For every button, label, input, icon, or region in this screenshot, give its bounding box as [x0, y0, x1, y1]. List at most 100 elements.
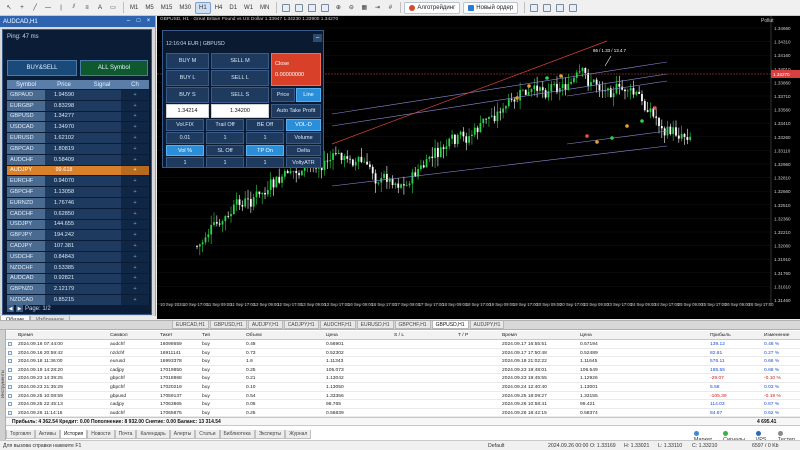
timeframe-h4[interactable]: H4: [212, 2, 226, 14]
row-ch-button[interactable]: +: [121, 100, 149, 111]
chart-type-icon[interactable]: [280, 2, 292, 14]
terminal-tab[interactable]: Библиотека: [219, 430, 255, 439]
market-watch-row[interactable]: GBPCHF 1.13058 +: [7, 187, 149, 198]
row-ch-button[interactable]: +: [121, 251, 149, 262]
zoom-out-icon[interactable]: ⊖: [345, 2, 357, 14]
row-ch-button[interactable]: +: [121, 90, 149, 100]
terminal-tab[interactable]: Почта: [114, 430, 137, 439]
th-close-price[interactable]: Цена: [580, 331, 592, 340]
timeframe-m1[interactable]: M1: [127, 2, 141, 14]
chart-tab[interactable]: GBPCHF,H1: [394, 321, 431, 329]
th-volume[interactable]: Объем: [246, 331, 262, 340]
panel-minimize-icon[interactable]: –: [313, 34, 322, 42]
sell-m-button[interactable]: SELL M: [211, 53, 269, 69]
history-row[interactable]: 2024.09.25 10:08:59 gbpusd 17059137 buy 0.54…: [6, 392, 800, 401]
new-order-button[interactable]: Новый ордер: [463, 1, 519, 14]
shapes-tool-icon[interactable]: ▭: [107, 2, 119, 14]
market-watch-row[interactable]: GBPUSD 1.34277 +: [7, 111, 149, 123]
chart-tab[interactable]: AUDJPY,H1: [247, 321, 283, 329]
row-ch-button[interactable]: +: [121, 122, 149, 133]
timeframe-h1[interactable]: H1: [195, 1, 211, 14]
chart-tab[interactable]: AUDJPY,H1: [469, 321, 505, 329]
vline-tool-icon[interactable]: |: [55, 2, 67, 14]
hline-tool-icon[interactable]: —: [42, 2, 54, 14]
row-ch-button[interactable]: +: [121, 295, 149, 305]
be-off-button[interactable]: BE Off: [246, 119, 284, 131]
terminal-tab[interactable]: Торговля: [6, 430, 35, 439]
terminal-tab[interactable]: История: [59, 430, 88, 439]
timeframe-w1[interactable]: W1: [241, 2, 256, 14]
templates-icon[interactable]: [319, 2, 331, 14]
sl-off-button[interactable]: SL Off: [206, 145, 244, 156]
status-network[interactable]: 6597 / 0 Kb: [752, 443, 779, 449]
history-row[interactable]: 2024.09.19 14:28:20 cadjpy 17019850 buy 0.25…: [6, 366, 800, 375]
screenshot-icon[interactable]: [567, 2, 579, 14]
row-ch-button[interactable]: +: [121, 208, 149, 219]
row-ch-button[interactable]: +: [121, 143, 149, 154]
candles-icon[interactable]: [293, 2, 305, 14]
bid-field[interactable]: 1.34214: [166, 104, 209, 118]
fibo-tool-icon[interactable]: ≡: [81, 2, 93, 14]
maximize-icon[interactable]: □: [135, 18, 142, 25]
volume-button[interactable]: Volume: [286, 132, 321, 144]
zoom-in-icon[interactable]: ⊕: [332, 2, 344, 14]
sl-value-field[interactable]: 1: [206, 157, 244, 168]
history-row[interactable]: 2024.09.23 14:39:25 gbpchf 17018868 buy 0.21…: [6, 374, 800, 383]
vol-percent-button[interactable]: Vol %: [166, 145, 204, 156]
buy-s-button[interactable]: BUY S: [166, 87, 209, 103]
timeframe-m15[interactable]: M15: [158, 2, 176, 14]
minimize-icon[interactable]: –: [125, 18, 132, 25]
history-row[interactable]: 2024.09.16 20:59:42 nzdchf 16911141 buy 0.73…: [6, 349, 800, 358]
th-open-price[interactable]: Цена: [326, 331, 338, 340]
indicators-icon[interactable]: [306, 2, 318, 14]
terminal-tab[interactable]: Алерты: [169, 430, 196, 439]
row-ch-button[interactable]: +: [121, 273, 149, 284]
chart-tab[interactable]: EURCAD,H1: [172, 321, 209, 329]
th-symbol[interactable]: Символ: [110, 331, 128, 340]
history-row[interactable]: 2024.09.25 22:45:13 cadjpy 17063865 buy 0.05…: [6, 400, 800, 409]
market-watch-row[interactable]: AUDJPY 99.618 +: [7, 165, 149, 177]
trail-off-button[interactable]: Trail Off: [206, 119, 244, 131]
terminal-tab[interactable]: Журнал: [285, 430, 312, 439]
signals-icon[interactable]: [554, 2, 566, 14]
vol-d-button[interactable]: VOL-D: [286, 119, 321, 131]
market-watch-row[interactable]: GBPAUD 1.94590 +: [7, 90, 149, 101]
market-watch-row[interactable]: NZDCHF 0.53385 +: [7, 262, 149, 274]
market-watch-row[interactable]: USDJPY 144.655 +: [7, 219, 149, 231]
line-tool-icon[interactable]: ╱: [29, 2, 41, 14]
close-all-button[interactable]: Close 0.00000000: [271, 53, 321, 86]
be-value-field[interactable]: 1: [246, 132, 284, 144]
grid-icon[interactable]: #: [384, 2, 396, 14]
volty-atr-button[interactable]: VoltyATR: [286, 157, 321, 168]
vol-percent-value-field[interactable]: 1: [166, 157, 204, 168]
timeframe-mn[interactable]: MN: [257, 2, 272, 14]
all-symbol-button[interactable]: ALL Symbol: [80, 60, 148, 76]
row-ch-button[interactable]: +: [121, 111, 149, 122]
terminal-tab[interactable]: Активы: [34, 430, 60, 439]
market-watch-row[interactable]: AUDCAD 0.92821 +: [7, 273, 149, 285]
autoscroll-icon[interactable]: ⇥: [371, 2, 383, 14]
market-depth-icon[interactable]: [528, 2, 540, 14]
market-watch-row[interactable]: CADCHF 0.62850 +: [7, 208, 149, 220]
sell-s-button[interactable]: SELL S: [211, 87, 269, 103]
arrow-tool-icon[interactable]: ↖: [3, 2, 15, 14]
close-icon[interactable]: ×: [145, 18, 152, 25]
th-type[interactable]: Тип: [202, 331, 210, 340]
page-next-icon[interactable]: ▶: [16, 305, 23, 312]
market-watch-row[interactable]: EURGBP 0.83298 +: [7, 100, 149, 112]
history-row[interactable]: 2024.09.18 11:36:00 eurusd 16993378 buy 1.6 1…: [6, 357, 800, 366]
row-ch-button[interactable]: +: [121, 165, 149, 176]
terminal-tab[interactable]: Новости: [87, 430, 115, 439]
chart-tab[interactable]: AUDCHF,H1: [319, 321, 356, 329]
market-watch-row[interactable]: CADJPY 107.381 +: [7, 241, 149, 252]
th-close-time[interactable]: Время: [502, 331, 517, 340]
algo-trading-button[interactable]: Алготрейдинг: [404, 1, 461, 14]
row-ch-button[interactable]: +: [121, 241, 149, 251]
timeframe-d1[interactable]: D1: [226, 2, 240, 14]
trail-value-field[interactable]: 1: [206, 132, 244, 144]
row-ch-button[interactable]: +: [121, 284, 149, 295]
chart-tab[interactable]: EURUSD,H1: [356, 321, 394, 329]
row-ch-button[interactable]: +: [121, 187, 149, 197]
page-prev-icon[interactable]: ◀: [7, 305, 14, 312]
market-watch-row[interactable]: AUDCHF 0.58409 +: [7, 154, 149, 166]
